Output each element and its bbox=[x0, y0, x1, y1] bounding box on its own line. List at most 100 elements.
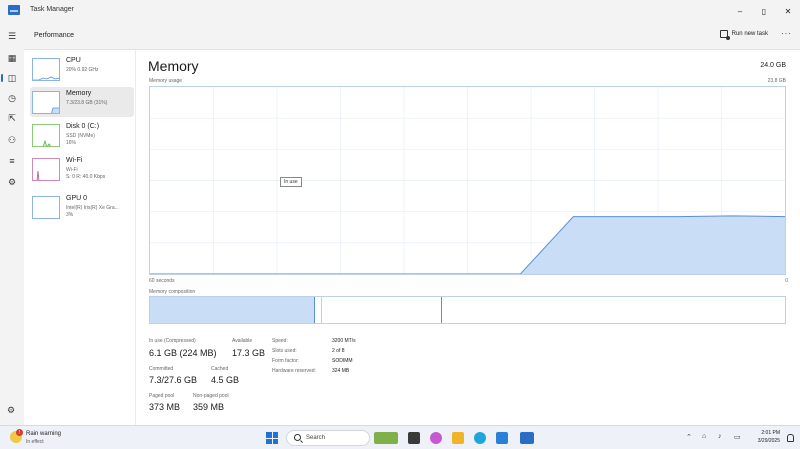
sidebar-item-sub: Intel(R) Iris(R) Xe Gra... bbox=[66, 205, 119, 211]
cpu-thumbnail bbox=[32, 58, 60, 81]
available-label: Available bbox=[232, 338, 253, 344]
task-manager-icon bbox=[8, 5, 20, 15]
close-button[interactable]: ✕ bbox=[776, 0, 800, 22]
show-hidden-icons-icon[interactable]: ⌃ bbox=[686, 433, 692, 441]
sidebar-item-sub: Wi-Fi bbox=[66, 167, 78, 173]
weather-title[interactable]: Rain warning bbox=[26, 431, 61, 437]
store-icon[interactable] bbox=[496, 432, 508, 444]
memory-usage-graph[interactable]: In use bbox=[149, 86, 786, 275]
run-task-icon bbox=[719, 30, 730, 40]
battery-icon[interactable]: ▭ bbox=[734, 433, 741, 441]
network-icon[interactable]: ⌂ bbox=[702, 433, 706, 440]
sidebar-item-sub: 7.3/23.8 GB (31%) bbox=[66, 100, 108, 106]
x-axis-left-label: 60 seconds bbox=[149, 278, 175, 284]
weather-alert-badge: ! bbox=[16, 429, 23, 436]
hardware-reserved-value: 324 MB bbox=[332, 368, 350, 374]
taskbar-search[interactable]: Search bbox=[286, 430, 370, 446]
sidebar-item-label: CPU bbox=[66, 57, 81, 64]
nonpaged-pool-value: 359 MB bbox=[193, 402, 225, 412]
composition-in-use bbox=[150, 297, 316, 323]
run-new-task-button[interactable]: Run new task bbox=[719, 30, 768, 40]
usage-label: Memory usage bbox=[149, 78, 183, 84]
slots-label: Slots used: bbox=[272, 348, 297, 354]
maximize-button[interactable]: ▯ bbox=[752, 0, 776, 22]
sidebar-item-cpu[interactable]: CPU 20% 0.92 GHz bbox=[28, 54, 156, 84]
more-options-button[interactable]: ··· bbox=[781, 29, 792, 38]
window-controls: – ▯ ✕ bbox=[728, 0, 800, 22]
sidebar-item-label: Disk 0 (C:) bbox=[66, 123, 100, 130]
nonpaged-pool-label: Non-paged pool bbox=[193, 393, 229, 399]
search-placeholder: Search bbox=[306, 435, 326, 441]
available-value: 17.3 GB bbox=[232, 348, 266, 358]
users-icon[interactable]: ⚇ bbox=[5, 134, 19, 146]
sidebar-item-sub: 16% bbox=[66, 140, 77, 146]
memory-composition-bar[interactable] bbox=[149, 296, 786, 324]
composition-standby bbox=[321, 297, 443, 323]
copilot-icon[interactable] bbox=[430, 432, 442, 444]
paged-pool-label: Paged pool bbox=[149, 393, 175, 399]
page-header: Performance Run new task ··· bbox=[24, 22, 800, 50]
clock-date[interactable]: 3/29/2025 bbox=[758, 438, 780, 444]
performance-sidebar: CPU 20% 0.92 GHz Memory 7.3/23.8 GB (31%… bbox=[24, 50, 136, 425]
disk-thumbnail bbox=[32, 124, 60, 147]
sidebar-item-wifi[interactable]: Wi-Fi Wi-Fi S: 0 R: 40.0 Kbps bbox=[28, 154, 156, 184]
memory-usage-chart bbox=[150, 87, 785, 274]
widgets-icon[interactable] bbox=[374, 432, 398, 444]
composition-label: Memory composition bbox=[149, 289, 196, 295]
task-view-icon[interactable] bbox=[408, 432, 420, 444]
paged-pool-value: 373 MB bbox=[149, 402, 181, 412]
sidebar-item-memory[interactable]: Memory 7.3/23.8 GB (31%) bbox=[30, 87, 134, 117]
sidebar-item-label: GPU 0 bbox=[66, 195, 88, 202]
wifi-thumbnail bbox=[32, 158, 60, 181]
nav-rail: ☰ ▦ ◫ ◷ ⇱ ⚇ ≡ ⚙ bbox=[0, 22, 24, 425]
speed-label: Speed: bbox=[272, 338, 288, 344]
start-button[interactable] bbox=[266, 432, 278, 444]
sidebar-item-label: Wi-Fi bbox=[66, 157, 83, 164]
speed-value: 3200 MT/s bbox=[332, 338, 356, 344]
hardware-reserved-label: Hardware reserved: bbox=[272, 368, 316, 374]
notifications-icon[interactable] bbox=[787, 434, 794, 442]
committed-label: Committed bbox=[149, 366, 174, 372]
page-title: Performance bbox=[34, 32, 75, 39]
weather-subtitle: In effect bbox=[26, 439, 44, 445]
details-icon[interactable]: ≡ bbox=[5, 155, 19, 167]
in-use-value: 6.1 GB (224 MB) bbox=[149, 348, 217, 358]
graph-tooltip: In use bbox=[280, 177, 302, 187]
sidebar-item-sub: S: 0 R: 40.0 Kbps bbox=[66, 174, 106, 180]
committed-value: 7.3/27.6 GB bbox=[149, 375, 198, 385]
sidebar-item-sub: SSD (NVMe) bbox=[66, 133, 95, 139]
taskbar: ! Rain warning In effect Search ⌃ ⌂ ♪ ▭ … bbox=[0, 425, 800, 449]
form-factor-value: SODIMM bbox=[332, 358, 353, 364]
memory-title: Memory bbox=[148, 58, 199, 74]
cached-label: Cached bbox=[211, 366, 229, 372]
run-new-task-label: Run new task bbox=[731, 31, 768, 37]
slots-value: 2 of 8 bbox=[332, 348, 345, 354]
settings-icon[interactable]: ⚙ bbox=[7, 405, 15, 416]
app-history-icon[interactable]: ◷ bbox=[5, 92, 19, 104]
gpu-thumbnail bbox=[32, 196, 60, 219]
usage-max: 23.8 GB bbox=[767, 78, 786, 84]
sidebar-item-disk[interactable]: Disk 0 (C:) SSD (NVMe) 16% bbox=[28, 120, 156, 150]
sidebar-item-label: Memory bbox=[66, 90, 92, 97]
startup-apps-icon[interactable]: ⇱ bbox=[5, 112, 19, 124]
cached-value: 4.5 GB bbox=[211, 375, 240, 385]
in-use-label: In use (Compressed) bbox=[149, 338, 196, 344]
form-factor-label: Form factor: bbox=[272, 358, 299, 364]
file-explorer-icon[interactable] bbox=[452, 432, 464, 444]
sidebar-item-sub: 20% 0.92 GHz bbox=[66, 67, 99, 73]
memory-total: 24.0 GB bbox=[760, 62, 786, 69]
sidebar-item-gpu[interactable]: GPU 0 Intel(R) Iris(R) Xe Gra... 3% bbox=[28, 192, 156, 222]
volume-icon[interactable]: ♪ bbox=[718, 433, 722, 440]
performance-icon[interactable]: ◫ bbox=[1, 72, 19, 84]
clock-time[interactable]: 2:01 PM bbox=[761, 430, 780, 436]
hamburger-icon[interactable]: ☰ bbox=[5, 30, 19, 42]
title-bar: Task Manager – ▯ ✕ bbox=[0, 0, 800, 22]
task-manager-taskbar-icon[interactable] bbox=[520, 432, 534, 444]
edge-icon[interactable] bbox=[474, 432, 486, 444]
processes-icon[interactable]: ▦ bbox=[5, 52, 19, 64]
minimize-button[interactable]: – bbox=[728, 0, 752, 22]
x-axis-right-label: 0 bbox=[785, 278, 788, 284]
window-title: Task Manager bbox=[30, 6, 74, 13]
services-icon[interactable]: ⚙ bbox=[5, 176, 19, 188]
memory-thumbnail bbox=[32, 91, 60, 114]
